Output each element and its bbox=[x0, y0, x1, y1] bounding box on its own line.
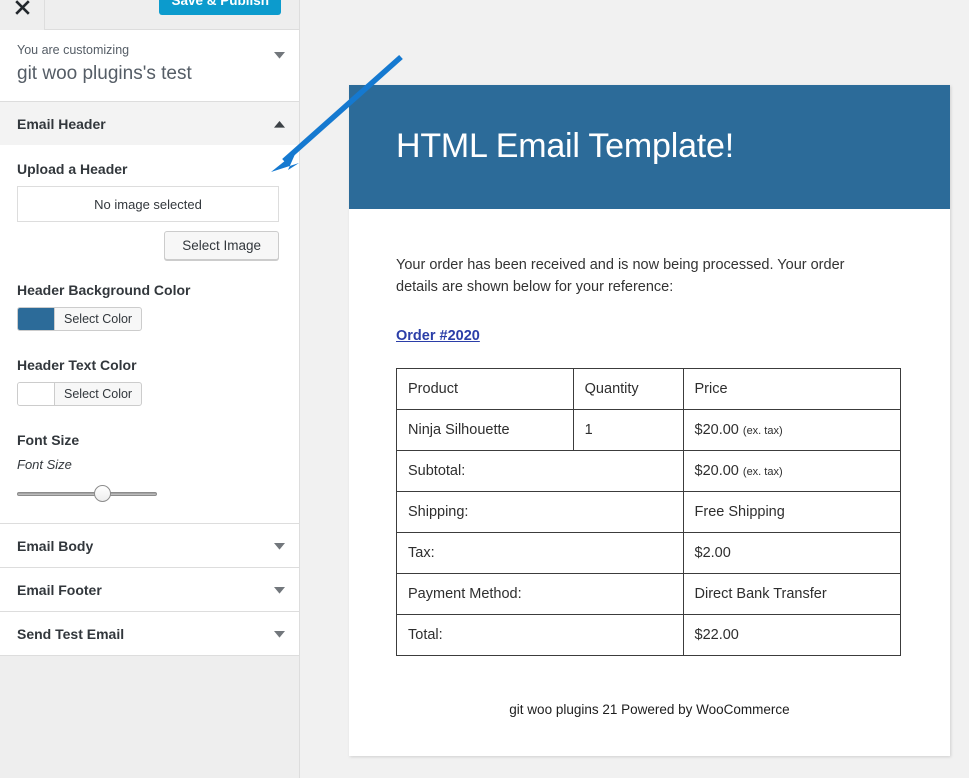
table-row: Payment Method: Direct Bank Transfer bbox=[396, 572, 902, 615]
table-row: Subtotal: $20.00 (ex. tax) bbox=[396, 449, 902, 492]
control-label-font-size: Font Size bbox=[17, 432, 80, 448]
slider-track bbox=[17, 492, 157, 496]
table-row: Ninja Silhouette 1 $20.00 (ex. tax) bbox=[396, 408, 902, 451]
cell-payment-method-value: Direct Bank Transfer bbox=[682, 572, 902, 615]
section-email-footer: Email Footer bbox=[0, 568, 299, 612]
customizing-info-panel: You are customizing git woo plugins's te… bbox=[0, 30, 299, 102]
section-email-header: Email Header Upload a Header No image se… bbox=[0, 102, 299, 524]
email-header-title: HTML Email Template! bbox=[396, 127, 734, 166]
column-header-price: Price bbox=[682, 367, 902, 410]
upload-placeholder: No image selected bbox=[17, 186, 279, 222]
control-header-background-color: Header Background Color Select Color bbox=[17, 282, 282, 335]
order-link[interactable]: Order #2020 bbox=[396, 328, 480, 344]
cell-value-note: (ex. tax) bbox=[742, 465, 783, 478]
section-header-email-footer[interactable]: Email Footer bbox=[0, 568, 299, 611]
customizer-topbar: Save & Publish bbox=[0, 0, 299, 30]
cell-shipping-value: Free Shipping bbox=[682, 490, 902, 533]
customizing-eyebrow: You are customizing bbox=[17, 43, 130, 57]
section-email-body: Email Body bbox=[0, 524, 299, 568]
cell-subtotal-label: Subtotal: bbox=[396, 449, 684, 492]
control-sublabel-font-size: Font Size bbox=[17, 457, 72, 472]
save-and-publish-button[interactable]: Save & Publish bbox=[159, 0, 281, 15]
control-label-header-text-color: Header Text Color bbox=[17, 357, 137, 373]
control-header-text-color: Header Text Color Select Color bbox=[17, 357, 282, 410]
header-text-color-picker[interactable]: Select Color bbox=[17, 382, 143, 406]
section-header-send-test-email[interactable]: Send Test Email bbox=[0, 612, 299, 655]
cell-total-label: Total: bbox=[396, 613, 684, 656]
email-intro-paragraph: Your order has been received and is now … bbox=[396, 257, 845, 296]
control-upload-header: Upload a Header No image selected Select… bbox=[17, 161, 282, 260]
section-send-test-email: Send Test Email bbox=[0, 612, 299, 656]
table-row: Total: $22.00 bbox=[396, 613, 902, 656]
customizer-sidebar: Save & Publish You are customizing git w… bbox=[0, 0, 300, 778]
cell-product-quantity: 1 bbox=[572, 408, 684, 451]
cell-shipping-label: Shipping: bbox=[396, 490, 684, 533]
column-header-product: Product bbox=[396, 367, 574, 410]
color-swatch bbox=[18, 308, 54, 330]
order-details-table: Product Quantity Price Ninja Silhouette … bbox=[396, 367, 902, 656]
section-title: Email Footer bbox=[17, 581, 102, 598]
cell-payment-method-label: Payment Method: bbox=[396, 572, 684, 615]
section-title: Email Header bbox=[17, 115, 106, 132]
email-footer-text: git woo plugins 21 Powered by WooCommerc… bbox=[509, 701, 790, 717]
cell-total-value: $22.00 bbox=[682, 613, 902, 656]
email-body: Your order has been received and is now … bbox=[349, 209, 950, 717]
table-row: Shipping: Free Shipping bbox=[396, 490, 902, 533]
table-header-row: Product Quantity Price bbox=[396, 367, 902, 410]
control-font-size: Font Size Font Size bbox=[17, 432, 282, 503]
cell-value: $20.00 bbox=[694, 462, 739, 479]
chevron-down-icon bbox=[274, 625, 285, 643]
select-image-button[interactable]: Select Image bbox=[164, 231, 279, 260]
cell-product-name: Ninja Silhouette bbox=[396, 408, 574, 451]
section-title: Send Test Email bbox=[17, 625, 125, 642]
email-header-controls: Upload a Header No image selected Select… bbox=[0, 145, 299, 523]
close-customizer-button[interactable] bbox=[0, 0, 45, 30]
close-x-icon bbox=[14, 0, 30, 15]
change-site-button[interactable] bbox=[274, 46, 285, 64]
color-swatch bbox=[18, 383, 54, 405]
control-label-header-background-color: Header Background Color bbox=[17, 282, 191, 298]
chevron-down-icon bbox=[274, 52, 285, 59]
preview-pane: HTML Email Template! Your order has been… bbox=[300, 0, 969, 778]
section-title: Email Body bbox=[17, 537, 94, 554]
section-header-email-body[interactable]: Email Body bbox=[0, 524, 299, 567]
section-header-email-header[interactable]: Email Header bbox=[0, 102, 299, 145]
table-row: Tax: $2.00 bbox=[396, 531, 902, 574]
email-preview-card: HTML Email Template! Your order has been… bbox=[349, 85, 950, 756]
chevron-down-icon bbox=[274, 581, 285, 599]
select-color-label: Select Color bbox=[54, 308, 141, 330]
email-header-banner: HTML Email Template! bbox=[349, 85, 950, 209]
control-label-upload-header: Upload a Header bbox=[17, 161, 128, 177]
header-background-color-picker[interactable]: Select Color bbox=[17, 307, 143, 331]
cell-subtotal-value: $20.00 (ex. tax) bbox=[682, 449, 902, 492]
cell-price-note: (ex. tax) bbox=[742, 424, 783, 437]
customizing-site-title: git woo plugins's test bbox=[17, 62, 192, 84]
chevron-down-icon bbox=[274, 537, 285, 555]
cell-tax-value: $2.00 bbox=[682, 531, 902, 574]
slider-thumb[interactable] bbox=[93, 485, 111, 502]
select-color-label: Select Color bbox=[54, 383, 141, 405]
sidebar-filler bbox=[0, 656, 299, 756]
cell-tax-label: Tax: bbox=[396, 531, 684, 574]
font-size-slider[interactable] bbox=[17, 485, 157, 503]
upload-actions: Select Image bbox=[17, 231, 279, 260]
column-header-quantity: Quantity bbox=[572, 367, 684, 410]
cell-product-price: $20.00 (ex. tax) bbox=[682, 408, 902, 451]
cell-price-value: $20.00 bbox=[694, 421, 739, 438]
chevron-up-icon bbox=[274, 115, 285, 133]
customizer-screen: HTML Email Template! Your order has been… bbox=[0, 0, 969, 778]
